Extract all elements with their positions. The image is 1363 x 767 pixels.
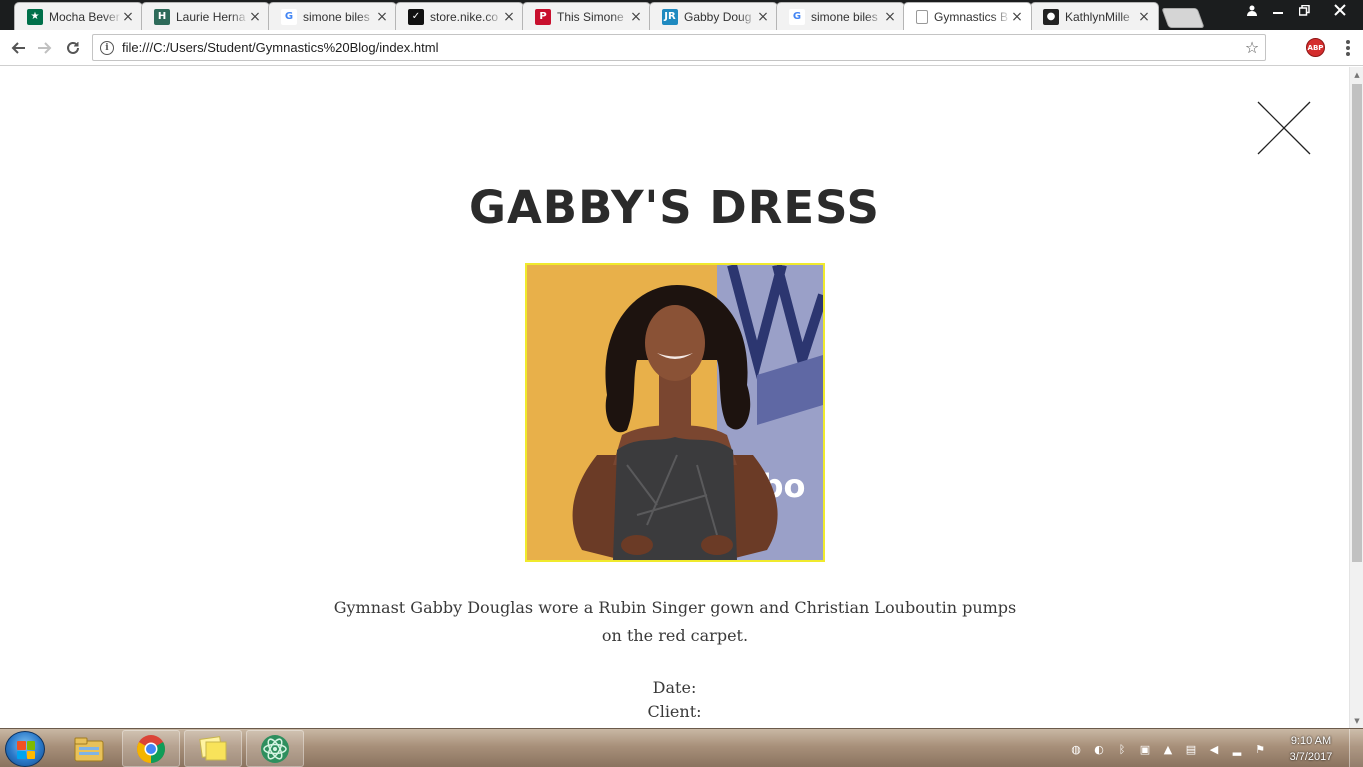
show-desktop-button[interactable] bbox=[1349, 729, 1363, 767]
reload-icon bbox=[67, 41, 79, 54]
back-button[interactable] bbox=[7, 37, 29, 59]
close-tab-icon[interactable]: × bbox=[249, 10, 261, 24]
browser-tab[interactable]: Gsimone biles × bbox=[776, 2, 905, 30]
adblock-plus-icon[interactable]: ABP bbox=[1306, 38, 1325, 57]
github-icon: ● bbox=[1043, 8, 1059, 25]
taskbar-chrome[interactable] bbox=[122, 730, 180, 767]
usb-icon[interactable]: ▤ bbox=[1183, 741, 1199, 757]
wifi-signal-icon[interactable]: ▂ bbox=[1229, 741, 1245, 757]
google-icon: G bbox=[789, 8, 805, 25]
gabby-photo: abo bbox=[525, 263, 825, 562]
start-button[interactable] bbox=[5, 731, 45, 767]
forward-button[interactable] bbox=[34, 37, 56, 59]
close-tab-icon[interactable]: × bbox=[630, 10, 642, 24]
browser-tab[interactable]: ★ Mocha Bever × bbox=[14, 2, 143, 30]
tab-title: simone biles bbox=[303, 9, 370, 24]
window-controls bbox=[1239, 0, 1363, 20]
gabby-photo-image: abo bbox=[527, 265, 823, 560]
clock-time: 9:10 AM bbox=[1290, 735, 1332, 747]
close-tab-icon[interactable]: × bbox=[757, 10, 769, 24]
close-tab-icon[interactable]: × bbox=[884, 10, 896, 24]
page-scrollbar[interactable]: ▲ ▼ bbox=[1349, 67, 1363, 728]
action-center-flag-icon[interactable]: ⚑ bbox=[1252, 741, 1268, 757]
taskbar-clock[interactable]: 9:10 AM 3/7/2017 bbox=[1281, 733, 1341, 765]
starbucks-icon: ★ bbox=[27, 8, 43, 25]
close-window-button[interactable] bbox=[1317, 0, 1363, 20]
forward-arrow-icon bbox=[38, 42, 52, 54]
system-tray: ◍ ◐ ᛒ ▣ ▲ ▤ ◀ ▂ ⚑ bbox=[1068, 739, 1268, 759]
atom-icon bbox=[261, 734, 289, 763]
taskbar-explorer[interactable] bbox=[60, 730, 118, 767]
tab-title: Gabby Doug bbox=[684, 9, 752, 24]
browser-tab-strip: ★ Mocha Bever × H Laurie Herna × Gsimone biles… bbox=[0, 0, 1363, 30]
tab-title: KathlynMille bbox=[1065, 9, 1130, 24]
taskbar-atom[interactable] bbox=[246, 730, 304, 767]
chrome-menu-icon[interactable] bbox=[1340, 38, 1356, 58]
chrome-icon bbox=[137, 734, 165, 763]
url-text[interactable]: file:///C:/Users/Student/Gymnastics%20Bl… bbox=[122, 40, 1239, 55]
update-icon[interactable]: ▲ bbox=[1160, 741, 1176, 757]
volume-icon[interactable]: ◀ bbox=[1206, 741, 1222, 757]
browser-tab[interactable]: H Laurie Herna × bbox=[141, 2, 270, 30]
close-tab-icon[interactable]: × bbox=[376, 10, 388, 24]
browser-tab[interactable]: P This Simone × bbox=[522, 2, 651, 30]
nike-icon: ✓ bbox=[408, 8, 424, 25]
close-icon[interactable] bbox=[1257, 101, 1311, 155]
page-title: GABBY'S DRESS bbox=[469, 181, 880, 234]
people-icon: P bbox=[535, 8, 551, 25]
browser-tab[interactable]: ✓ store.nike.co × bbox=[395, 2, 524, 30]
jr-icon: JR bbox=[662, 8, 678, 25]
monitor-icon[interactable]: ▣ bbox=[1137, 741, 1153, 757]
browser-toolbar: i file:///C:/Users/Student/Gymnastics%20… bbox=[0, 30, 1363, 66]
network-globe-icon[interactable]: ◍ bbox=[1068, 741, 1084, 757]
profile-icon[interactable] bbox=[1239, 0, 1265, 20]
taskbar-sticky-notes[interactable] bbox=[184, 730, 242, 767]
tab-title: Mocha Bever bbox=[49, 9, 120, 24]
close-tab-icon[interactable]: × bbox=[1138, 10, 1150, 24]
page-icon bbox=[916, 9, 928, 24]
h-icon: H bbox=[154, 8, 170, 25]
browser-tab[interactable]: Gsimone biles × bbox=[268, 2, 397, 30]
google-icon: G bbox=[281, 8, 297, 25]
address-bar[interactable]: i file:///C:/Users/Student/Gymnastics%20… bbox=[92, 34, 1266, 61]
back-arrow-icon bbox=[11, 42, 25, 54]
scroll-up-arrow-icon[interactable]: ▲ bbox=[1350, 67, 1363, 82]
tab-list: ★ Mocha Bever × H Laurie Herna × Gsimone biles… bbox=[14, 2, 1205, 30]
close-tab-icon[interactable]: × bbox=[122, 10, 134, 24]
page-viewport: GABBY'S DRESS abo Gymnast Gabby Douglas … bbox=[0, 67, 1349, 728]
date-label: Date: bbox=[652, 678, 697, 697]
reload-button[interactable] bbox=[62, 37, 84, 59]
bluetooth-icon[interactable]: ᛒ bbox=[1114, 741, 1130, 757]
browser-tab[interactable]: JR Gabby Doug × bbox=[649, 2, 778, 30]
tab-title: simone biles bbox=[811, 9, 878, 24]
browser-tab[interactable]: Gymnastics B × bbox=[903, 2, 1032, 30]
restore-button[interactable] bbox=[1291, 0, 1317, 20]
new-tab-button[interactable] bbox=[1161, 8, 1205, 28]
scroll-thumb[interactable] bbox=[1352, 84, 1362, 562]
site-info-icon[interactable]: i bbox=[100, 40, 114, 55]
tab-title: Laurie Herna bbox=[176, 9, 246, 24]
clock-date: 3/7/2017 bbox=[1289, 751, 1333, 763]
close-tab-icon[interactable]: × bbox=[1011, 10, 1023, 24]
photo-description: Gymnast Gabby Douglas wore a Rubin Singe… bbox=[333, 598, 1017, 645]
scroll-down-arrow-icon[interactable]: ▼ bbox=[1350, 713, 1363, 728]
minimize-button[interactable] bbox=[1265, 0, 1291, 20]
tab-title: store.nike.co bbox=[430, 9, 499, 24]
sticky-notes-icon bbox=[199, 735, 227, 760]
windows-logo-icon bbox=[17, 741, 35, 759]
tab-title: This Simone bbox=[557, 9, 624, 24]
explorer-icon bbox=[74, 737, 104, 761]
windows-taskbar: ◍ ◐ ᛒ ▣ ▲ ▤ ◀ ▂ ⚑ 9:10 AM 3/7/2017 bbox=[0, 728, 1363, 767]
client-label: Client: bbox=[647, 702, 702, 721]
browser-tab[interactable]: ● KathlynMille × bbox=[1030, 2, 1159, 30]
tab-title: Gymnastics B bbox=[934, 9, 1009, 24]
sync-icon[interactable]: ◐ bbox=[1091, 741, 1107, 757]
close-tab-icon[interactable]: × bbox=[503, 10, 515, 24]
bookmark-star-icon[interactable]: ☆ bbox=[1239, 38, 1265, 57]
